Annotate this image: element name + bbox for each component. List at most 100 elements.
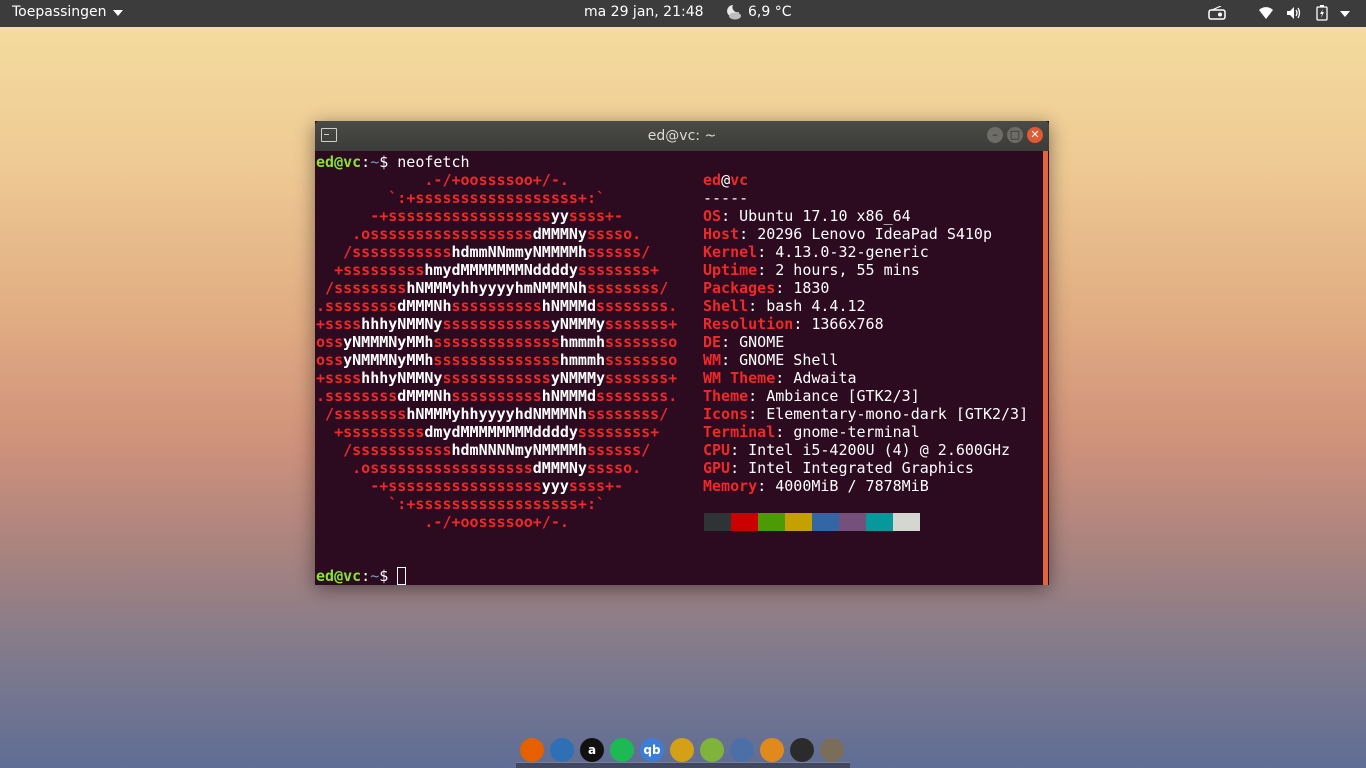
- thunderbird-icon[interactable]: [550, 738, 574, 762]
- command-line: ed@vc:~$ neofetch: [316, 153, 470, 171]
- window-titlebar[interactable]: ed@vc: ~ – □ ✕: [315, 121, 1049, 151]
- ascii-logo-line: .-/+oossssoo+/-.: [424, 513, 569, 531]
- amazon-icon[interactable]: a: [580, 738, 604, 762]
- info-key: Kernel: [703, 243, 758, 261]
- info-value: Intel i5-4200U (4) @ 2.600GHz: [748, 441, 1011, 459]
- command-text: neofetch: [397, 153, 470, 171]
- system-info-line: Resolution: 1366x768: [703, 315, 884, 333]
- close-button[interactable]: ✕: [1027, 127, 1043, 143]
- system-info-line: WM Theme: Adwaita: [703, 369, 857, 387]
- weather-night-cloudy-icon: [727, 5, 741, 20]
- terminal-icon[interactable]: [790, 738, 814, 762]
- info-value: GNOME Shell: [739, 351, 839, 369]
- info-value: Adwaita: [793, 369, 857, 387]
- rss-reader-icon[interactable]: [700, 738, 724, 762]
- spotify-icon[interactable]: [610, 738, 634, 762]
- system-info-line: Kernel: 4.13.0-32-generic: [703, 243, 929, 261]
- maximize-icon: □: [1009, 128, 1021, 141]
- info-value: Ambiance [GTK2/3]: [766, 387, 920, 405]
- system-info-line: Memory: 4000MiB / 7878MiB: [703, 477, 929, 495]
- info-value: 20296 Lenovo IdeaPad S410p: [757, 225, 992, 243]
- system-info-line: OS: Ubuntu 17.10 x86_64: [703, 207, 911, 225]
- color-palette: [704, 513, 920, 531]
- dock-shelf: [516, 762, 850, 768]
- qbittorrent-icon[interactable]: qb: [640, 738, 664, 762]
- info-value: Ubuntu 17.10 x86_64: [739, 207, 911, 225]
- info-key: Icons: [703, 405, 749, 423]
- ascii-logo-line: /sssssssshNMMMyhhyyyyhmNMMMNhssssssss/: [325, 279, 669, 297]
- info-value: 4000MiB / 7878MiB: [775, 477, 929, 495]
- ascii-logo-line: -+sssssssssssssssssyyyssss+-: [370, 477, 624, 495]
- ascii-logo-line: `:+ssssssssssssssssss+:`: [388, 189, 605, 207]
- system-info-line: Theme: Ambiance [GTK2/3]: [703, 387, 920, 405]
- ascii-logo-line: .-/+oossssoo+/-.: [424, 171, 569, 189]
- minimize-button[interactable]: –: [987, 127, 1003, 143]
- volume-icon[interactable]: [1286, 5, 1302, 21]
- palette-swatch: [866, 513, 893, 531]
- info-key: DE: [703, 333, 722, 351]
- applications-menu-label: Toepassingen: [12, 4, 107, 20]
- system-info-line: Host: 20296 Lenovo IdeaPad S410p: [703, 225, 992, 243]
- info-key: Packages: [703, 279, 776, 297]
- info-key: WM Theme: [703, 369, 776, 387]
- minimize-icon: –: [992, 128, 998, 141]
- separator-line: -----: [703, 189, 749, 207]
- info-value: 4.13.0-32-generic: [775, 243, 929, 261]
- system-info-line: WM: GNOME Shell: [703, 351, 839, 369]
- palette-swatch: [839, 513, 866, 531]
- system-info-line: Uptime: 2 hours, 55 mins: [703, 261, 920, 279]
- ascii-logo-line: .ssssssssdMMMNhsssssssssshNMMMdssssssss.: [316, 387, 678, 405]
- info-value: bash 4.4.12: [766, 297, 866, 315]
- weather-indicator[interactable]: 6,9 °C: [724, 3, 792, 21]
- palette-swatch: [758, 513, 785, 531]
- ascii-logo-line: +sssshhhyNMMNyssssssssssssyNMMMysssssss+: [316, 369, 678, 387]
- ascii-logo-line: /ssssssssssshdmNNNNmyNMMMMhssssss/: [343, 441, 651, 459]
- ascii-logo-line: `:+ssssssssssssssssss+:`: [388, 495, 605, 513]
- puzzle-app-icon[interactable]: [670, 738, 694, 762]
- wifi-icon[interactable]: [1258, 5, 1274, 21]
- ascii-logo-line: /ssssssssssshdmmNNmmyNMMMMhssssss/: [343, 243, 651, 261]
- ascii-logo-line: ossyNMMMNyMMhsssssssssssssshmmmhssssssso: [316, 351, 678, 369]
- prompt-line[interactable]: ed@vc:~$: [316, 567, 407, 585]
- system-info-line: Icons: Elementary-mono-dark [GTK2/3]: [703, 405, 1029, 423]
- system-info-line: CPU: Intel i5-4200U (4) @ 2.600GHz: [703, 441, 1011, 459]
- text-cursor: [397, 567, 407, 585]
- maximize-button[interactable]: □: [1007, 127, 1023, 143]
- user-host-header: ed@vc: [703, 171, 749, 189]
- system-info-line: Terminal: gnome-terminal: [703, 423, 920, 441]
- system-menu-chevron-icon[interactable]: [1340, 5, 1350, 21]
- terminal-output[interactable]: ed@vc:~$ neofetch .-/+oossssoo+/-. `:+ss…: [316, 153, 1041, 585]
- terminal-window[interactable]: ed@vc: ~ – □ ✕ ed@vc:~$ neofetch .-/+oos…: [315, 121, 1049, 585]
- info-key: OS: [703, 207, 722, 225]
- settings-gear-icon[interactable]: [760, 738, 784, 762]
- scrollbar[interactable]: [1043, 151, 1048, 585]
- clock[interactable]: ma 29 jan, 21:48: [584, 4, 704, 20]
- info-key: Host: [703, 225, 740, 243]
- applications-menu[interactable]: Toepassingen: [12, 4, 123, 20]
- system-info-line: Packages: 1830: [703, 279, 830, 297]
- ascii-logo-line: ossyNMMMNyMMhsssssssssssssshmmmhssssssso: [316, 333, 678, 351]
- palette-swatch: [893, 513, 920, 531]
- system-info-line: DE: GNOME: [703, 333, 785, 351]
- system-info-line: GPU: Intel Integrated Graphics: [703, 459, 974, 477]
- info-key: Terminal: [703, 423, 776, 441]
- radio-icon[interactable]: [1208, 5, 1226, 21]
- info-value: Intel Integrated Graphics: [748, 459, 974, 477]
- firefox-icon[interactable]: [520, 738, 544, 762]
- window-title: ed@vc: ~: [647, 128, 717, 144]
- ascii-logo-line: -+ssssssssssssssssssyyssss+-: [370, 207, 624, 225]
- top-panel: Toepassingen ma 29 jan, 21:48 6,9 °C: [0, 0, 1366, 27]
- info-value: GNOME: [739, 333, 785, 351]
- info-key: WM: [703, 351, 722, 369]
- chevron-down-icon: [112, 10, 123, 16]
- ascii-logo-line: +sssshhhyNMMNyssssssssssssyNMMMysssssss+: [316, 315, 678, 333]
- gimp-icon[interactable]: [820, 738, 844, 762]
- battery-charging-icon[interactable]: [1316, 5, 1328, 21]
- info-value: 1366x768: [811, 315, 884, 333]
- file-manager-icon[interactable]: [730, 738, 754, 762]
- info-key: Uptime: [703, 261, 758, 279]
- info-key: CPU: [703, 441, 731, 459]
- palette-swatch: [704, 513, 731, 531]
- info-key: Resolution: [703, 315, 794, 333]
- temperature-label: 6,9 °C: [748, 4, 792, 20]
